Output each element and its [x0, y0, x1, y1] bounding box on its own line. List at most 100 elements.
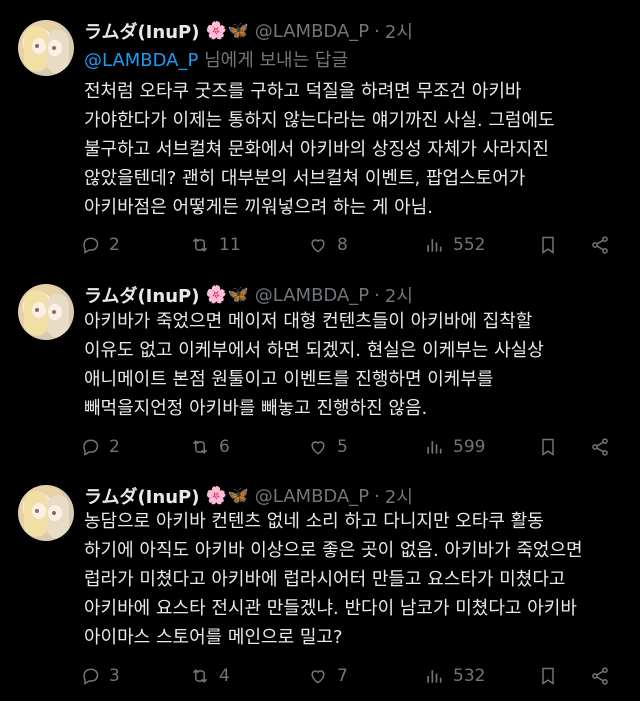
- like-button[interactable]: 7: [308, 661, 348, 691]
- reply-icon: [83, 237, 99, 254]
- bookmark-button[interactable]: [538, 661, 558, 691]
- retweet-icon: [192, 238, 208, 252]
- tweet-text: 아키바가 죽었으면 메이저 대형 컨텐츠들이 아키바에 집착할 이유도 없고 이…: [84, 307, 629, 423]
- retweet-count: 4: [219, 666, 230, 686]
- tweet-text-line: 않았을텐데? 괜히 대부분의 서브컬쳐 이벤트, 팝업스토어가: [84, 168, 526, 189]
- retweet-button[interactable]: 11: [190, 230, 241, 260]
- avatar[interactable]: [18, 284, 74, 340]
- reply-button[interactable]: 2: [80, 230, 120, 260]
- like-button[interactable]: 8: [308, 230, 348, 260]
- butterfly-icon: 🦋: [227, 21, 249, 41]
- retweet-icon: [192, 669, 208, 683]
- tweet-text-line: 하기에 아직도 아키바 이상으로 좋은 곳이 없음. 아키바가 죽었으면: [84, 540, 583, 561]
- views-count: 552: [453, 235, 486, 255]
- tweet-text-line: 아키바가 죽었으면 메이저 대형 컨텐츠들이 아키바에 집착할: [84, 311, 533, 332]
- reply-count: 2: [109, 235, 120, 255]
- tweet-text-line: 전처럼 오타쿠 굿즈를 구하고 덕질을 하려면 무조건 아키바: [84, 81, 522, 102]
- author-name[interactable]: ラムダ(InuP): [84, 483, 199, 509]
- reply-icon: [83, 439, 99, 456]
- views-button[interactable]: 532: [424, 661, 485, 691]
- timestamp[interactable]: 2시: [385, 18, 413, 44]
- tweet-text-line: 애니메이트 본점 원툴이고 이벤트를 진행하면 이케부를: [84, 369, 494, 390]
- tweet-text: 농담으로 아키바 컨텐츠 없네 소리 하고 다니지만 오타쿠 활동 하기에 아직…: [84, 507, 629, 652]
- tweet-text-line: 불구하고 서브컬쳐 문화에서 아키바의 상징성 자체가 사라지진: [84, 139, 549, 160]
- reply-mention-link[interactable]: @LAMBDA_P: [84, 50, 198, 71]
- avatar[interactable]: [18, 20, 74, 76]
- views-icon: [427, 239, 442, 252]
- action-bar: 2 11 8 552: [80, 230, 620, 260]
- retweet-button[interactable]: 4: [190, 661, 230, 691]
- author-emoji: 🌸 🦋: [205, 486, 248, 506]
- retweet-count: 6: [219, 437, 230, 457]
- flower-icon: 🌸: [205, 486, 227, 506]
- separator-dot: ·: [374, 20, 380, 42]
- views-count: 599: [453, 437, 486, 457]
- views-button[interactable]: 599: [424, 432, 485, 462]
- tweet-text-line: 이유도 없고 이케부에서 하면 되겠지. 현실은 이케부는 사실상: [84, 340, 544, 361]
- tweet[interactable]: ラムダ(InuP) 🌸 🦋 @LAMBDA_P · 2시 @LAMBDA_P 님…: [0, 16, 640, 266]
- reply-count: 2: [109, 437, 120, 457]
- retweet-count: 11: [219, 235, 241, 255]
- action-bar: 2 6 5 599: [80, 432, 620, 462]
- like-button[interactable]: 5: [308, 432, 348, 462]
- separator-dot: ·: [374, 485, 380, 507]
- flower-icon: 🌸: [205, 21, 227, 41]
- share-button[interactable]: [590, 661, 610, 691]
- tweet-text-line: 빼먹을지언정 아키바를 빼놓고 진행하진 않음.: [84, 398, 428, 419]
- share-icon: [592, 438, 608, 456]
- tweet-text-line: 아키바점은 어떻게든 끼워넣으려 하는 게 아님.: [84, 197, 433, 218]
- share-icon: [592, 667, 608, 685]
- author-handle[interactable]: @LAMBDA_P: [255, 285, 369, 306]
- timestamp[interactable]: 2시: [385, 282, 413, 308]
- replying-to: @LAMBDA_P 님에게 보내는 답글: [84, 46, 348, 72]
- tweet-text-line: 가야한다가 이제는 통하지 않는다라는 얘기까진 사실. 그럼에도: [84, 110, 555, 131]
- views-icon: [427, 441, 442, 454]
- author-name[interactable]: ラムダ(InuP): [84, 282, 199, 308]
- action-bar: 3 4 7 532: [80, 661, 620, 691]
- flower-icon: 🌸: [205, 285, 227, 305]
- retweet-button[interactable]: 6: [190, 432, 230, 462]
- heart-icon: [311, 670, 325, 684]
- views-count: 532: [453, 666, 486, 686]
- separator-dot: ·: [374, 284, 380, 306]
- butterfly-icon: 🦋: [227, 285, 249, 305]
- like-count: 8: [337, 235, 348, 255]
- reply-icon: [83, 668, 99, 685]
- tweet[interactable]: ラムダ(InuP) 🌸 🦋 @LAMBDA_P · 2시 농담으로 아키바 컨텐…: [0, 481, 640, 696]
- author-handle[interactable]: @LAMBDA_P: [255, 486, 369, 507]
- author-name[interactable]: ラムダ(InuP): [84, 18, 199, 44]
- timestamp[interactable]: 2시: [385, 483, 413, 509]
- tweet-header: ラムダ(InuP) 🌸 🦋 @LAMBDA_P · 2시: [84, 280, 413, 310]
- share-button[interactable]: [590, 432, 610, 462]
- views-button[interactable]: 552: [424, 230, 485, 260]
- reply-button[interactable]: 2: [80, 432, 120, 462]
- bookmark-icon: [542, 438, 554, 456]
- author-emoji: 🌸 🦋: [205, 285, 248, 305]
- tweet-text-line: 럽라가 미쳤다고 아키바에 럽라시어터 만들고 요스타가 미쳤다고: [84, 569, 566, 590]
- tweet-text-line: 아키바에 요스타 전시관 만들겠냐. 반다이 남코가 미쳤다고 아키바: [84, 598, 577, 619]
- retweet-icon: [192, 440, 208, 454]
- heart-icon: [311, 441, 325, 455]
- share-icon: [592, 236, 608, 254]
- tweet[interactable]: ラムダ(InuP) 🌸 🦋 @LAMBDA_P · 2시 아키바가 죽었으면 메…: [0, 280, 640, 470]
- heart-icon: [311, 239, 325, 253]
- tweet-text-line: 농담으로 아키바 컨텐츠 없네 소리 하고 다니지만 오타쿠 활동: [84, 511, 544, 532]
- bookmark-icon: [542, 236, 554, 254]
- tweet-text: 전처럼 오타쿠 굿즈를 구하고 덕질을 하려면 무조건 아키바 가야한다가 이제…: [84, 77, 629, 222]
- like-count: 5: [337, 437, 348, 457]
- views-icon: [427, 670, 442, 683]
- author-emoji: 🌸 🦋: [205, 21, 248, 41]
- bookmark-button[interactable]: [538, 230, 558, 260]
- tweet-header: ラムダ(InuP) 🌸 🦋 @LAMBDA_P · 2시: [84, 16, 413, 46]
- like-count: 7: [337, 666, 348, 686]
- butterfly-icon: 🦋: [227, 486, 249, 506]
- avatar[interactable]: [18, 485, 74, 541]
- bookmark-button[interactable]: [538, 432, 558, 462]
- reply-count: 3: [109, 666, 120, 686]
- reply-button[interactable]: 3: [80, 661, 120, 691]
- replying-suffix: 님에게 보내는 답글: [198, 50, 349, 71]
- author-handle[interactable]: @LAMBDA_P: [255, 21, 369, 42]
- share-button[interactable]: [590, 230, 610, 260]
- tweet-text-line: 아이마스 스토어를 메인으로 밀고?: [84, 627, 343, 648]
- bookmark-icon: [542, 667, 554, 685]
